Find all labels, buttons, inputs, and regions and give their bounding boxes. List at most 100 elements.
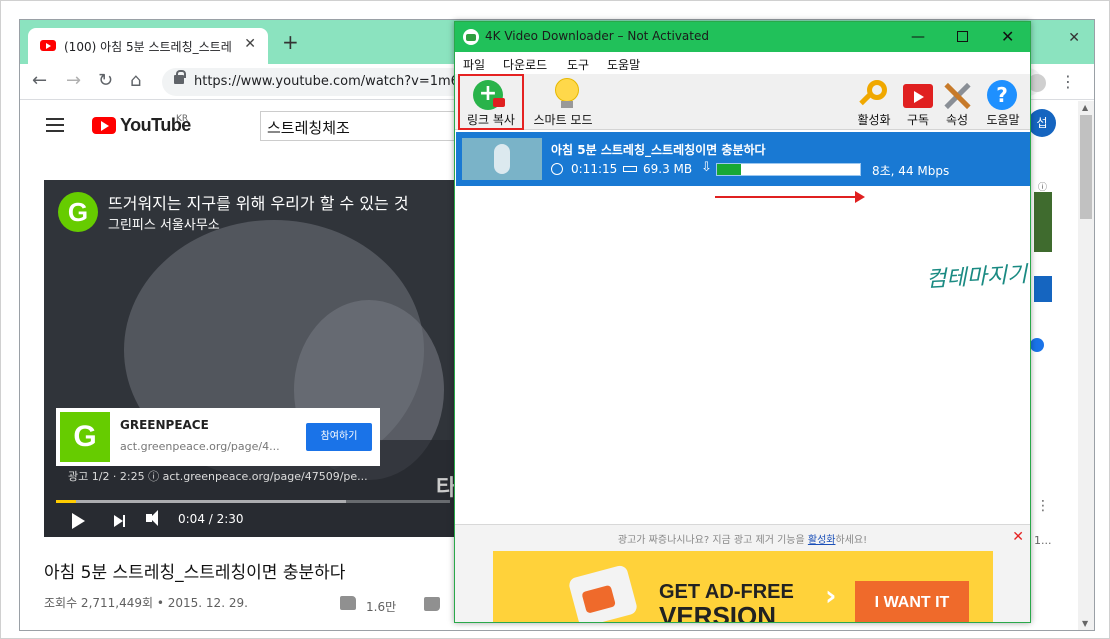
home-icon[interactable]: ⌂ xyxy=(130,71,141,91)
chrome-menu-icon[interactable]: ⋮ xyxy=(1060,72,1076,91)
ad-note-text: 광고가 짜증나시나요? 지금 광고 제거 기능을 xyxy=(617,535,808,546)
scroll-thumb[interactable] xyxy=(1080,115,1092,219)
tools-icon xyxy=(943,80,971,108)
next-icon[interactable] xyxy=(114,515,125,527)
hamburger-menu-icon[interactable] xyxy=(46,118,64,132)
ad-advertiser: GREENPEACE xyxy=(120,418,209,432)
reload-icon[interactable]: ↻ xyxy=(98,71,113,91)
download-item[interactable]: 아침 5분 스트레칭_스트레칭이면 충분하다 0:11:15 69.3 MB ⇩… xyxy=(456,132,1030,186)
sidebar-more-text: 1... xyxy=(1034,534,1052,547)
page-scrollbar[interactable]: ▲ ▼ xyxy=(1078,101,1094,630)
ad-removal-note: 광고가 짜증나시나요? 지금 광고 제거 기능을 활성화하세요! xyxy=(455,531,1030,546)
megaphone-icon xyxy=(567,564,639,622)
menu-file[interactable]: 파일 xyxy=(463,56,485,73)
ad-headline-2: VERSION xyxy=(659,601,777,623)
like-count[interactable]: 1.6만 xyxy=(366,598,396,615)
ad-close-icon[interactable]: ✕ xyxy=(1012,529,1024,545)
downloader-toolbar: + 링크 복사 스마트 모드 활성화 구독 속성 ? 도움말 xyxy=(455,74,1030,130)
user-avatar[interactable]: 섭 xyxy=(1028,109,1056,137)
maximize-icon[interactable] xyxy=(957,31,968,42)
volume-icon[interactable] xyxy=(146,510,158,526)
chevron-right-icon: › xyxy=(825,579,837,612)
download-eta: 8초, 44 Mbps xyxy=(872,164,950,178)
video-player[interactable]: G 뜨거워지는 지구를 위해 우리가 할 수 있는 것 그린피스 서울사무소 G… xyxy=(44,180,464,537)
menu-tools[interactable]: 도구 xyxy=(567,56,589,73)
download-progress-fill xyxy=(717,164,742,175)
i-want-it-button[interactable]: I WANT IT xyxy=(855,581,969,622)
video-progress-bar[interactable] xyxy=(56,500,450,503)
activate-label: 활성화 xyxy=(857,113,891,127)
smart-mode-label: 스마트 모드 xyxy=(533,113,593,127)
greenpeace-logo-icon[interactable]: G xyxy=(58,192,98,232)
help-button[interactable]: ? 도움말 xyxy=(983,74,1023,130)
download-size: 69.3 MB xyxy=(643,162,693,176)
region-code: KR xyxy=(176,114,189,124)
paste-link-button[interactable]: + 링크 복사 xyxy=(455,74,527,130)
smart-mode-button[interactable]: 스마트 모드 xyxy=(527,74,599,130)
lightbulb-icon xyxy=(555,78,579,102)
downloader-title: 4K Video Downloader – Not Activated xyxy=(485,29,709,43)
tab-close-icon[interactable]: ✕ xyxy=(244,36,256,52)
ad-banner[interactable]: GET AD-FREE VERSION › I WANT IT xyxy=(493,551,993,623)
sidebar-ad[interactable] xyxy=(1034,192,1052,252)
close-icon[interactable]: ✕ xyxy=(1001,27,1014,46)
video-thumbnail xyxy=(462,138,542,180)
ad-cta-button[interactable]: 참여하기 xyxy=(306,423,372,451)
video-buffer-bar xyxy=(76,500,346,503)
menu-download[interactable]: 다운로드 xyxy=(503,56,547,73)
lightbulb-base-icon xyxy=(561,101,573,108)
play-icon[interactable] xyxy=(72,513,85,529)
video-time: 0:04 / 2:30 xyxy=(178,512,244,526)
subscribe-button[interactable]: 구독 xyxy=(899,74,937,130)
browser-close-icon[interactable]: ✕ xyxy=(1068,30,1080,46)
youtube-logo-icon[interactable] xyxy=(92,117,116,134)
download-arrow-icon: ⇩ xyxy=(701,160,712,175)
screenshot-frame: (100) 아침 5분 스트레칭_스트레 ✕ + ✕ ← → ↻ ⌂ https… xyxy=(0,0,1110,639)
download-duration: 0:11:15 xyxy=(571,162,618,176)
autoplay-toggle[interactable] xyxy=(1030,338,1044,352)
preferences-label: 속성 xyxy=(945,113,969,127)
scroll-down-icon[interactable]: ▼ xyxy=(1082,619,1088,628)
ad-panel: 광고가 짜증나시나요? 지금 광고 제거 기능을 활성화하세요! ✕ GET A… xyxy=(455,524,1030,623)
more-options-icon[interactable]: ⋮ xyxy=(1036,498,1050,514)
subscribe-label: 구독 xyxy=(906,113,930,127)
address-url: https://www.youtube.com/watch?v=1m6 xyxy=(194,74,459,89)
thumbs-down-icon[interactable] xyxy=(424,597,440,611)
browser-tab[interactable]: (100) 아침 5분 스트레칭_스트레 ✕ xyxy=(28,28,268,64)
paste-link-label: 링크 복사 xyxy=(467,113,515,127)
preferences-button[interactable]: 속성 xyxy=(937,74,977,130)
subscribe-icon xyxy=(903,84,933,108)
annotation-arrow xyxy=(715,191,865,203)
ad-url: act.greenpeace.org/page/4... xyxy=(120,440,280,453)
downloader-window: 4K Video Downloader – Not Activated — ✕ … xyxy=(454,21,1031,623)
clock-icon xyxy=(551,163,563,175)
watermark-signature: 컴테마지기 xyxy=(925,262,1028,293)
tab-title: (100) 아침 5분 스트레칭_스트레 xyxy=(64,40,232,54)
lock-icon xyxy=(174,70,186,84)
thumbs-up-icon[interactable] xyxy=(340,596,356,610)
youtube-search-input[interactable]: 스트레칭체조 xyxy=(260,111,460,141)
download-title: 아침 5분 스트레칭_스트레칭이면 충분하다 xyxy=(551,143,766,157)
key-stem-icon xyxy=(859,91,873,106)
help-icon: ? xyxy=(987,80,1017,110)
forward-icon[interactable]: → xyxy=(66,71,81,91)
overlay-subtitle: 그린피스 서울사무소 xyxy=(108,218,220,233)
youtube-mini-icon xyxy=(493,98,505,107)
sidebar-button[interactable] xyxy=(1034,276,1052,302)
overlay-title: 뜨거워지는 지구를 위해 우리가 할 수 있는 것 xyxy=(108,194,409,213)
scroll-up-icon[interactable]: ▲ xyxy=(1082,103,1088,112)
activate-link[interactable]: 활성화 xyxy=(808,535,836,546)
youtube-favicon-icon xyxy=(40,40,56,51)
menu-bar: 파일 다운로드 도구 도움말 xyxy=(455,52,1030,74)
new-tab-button[interactable]: + xyxy=(282,32,299,52)
greenpeace-card-logo-icon: G xyxy=(60,412,110,462)
downloader-titlebar[interactable]: 4K Video Downloader – Not Activated — ✕ xyxy=(455,22,1030,52)
menu-help[interactable]: 도움말 xyxy=(607,56,640,73)
video-progress-fill xyxy=(56,500,76,503)
video-title: 아침 5분 스트레칭_스트레칭이면 충분하다 xyxy=(44,563,346,583)
minimize-icon[interactable]: — xyxy=(911,29,925,45)
ad-card[interactable]: G GREENPEACE act.greenpeace.org/page/4..… xyxy=(56,408,380,466)
back-icon[interactable]: ← xyxy=(32,71,47,91)
ad-info[interactable]: 광고 1/2 · 2:25 ⓘ act.greenpeace.org/page/… xyxy=(68,468,368,484)
activate-button[interactable]: 활성화 xyxy=(851,74,897,130)
